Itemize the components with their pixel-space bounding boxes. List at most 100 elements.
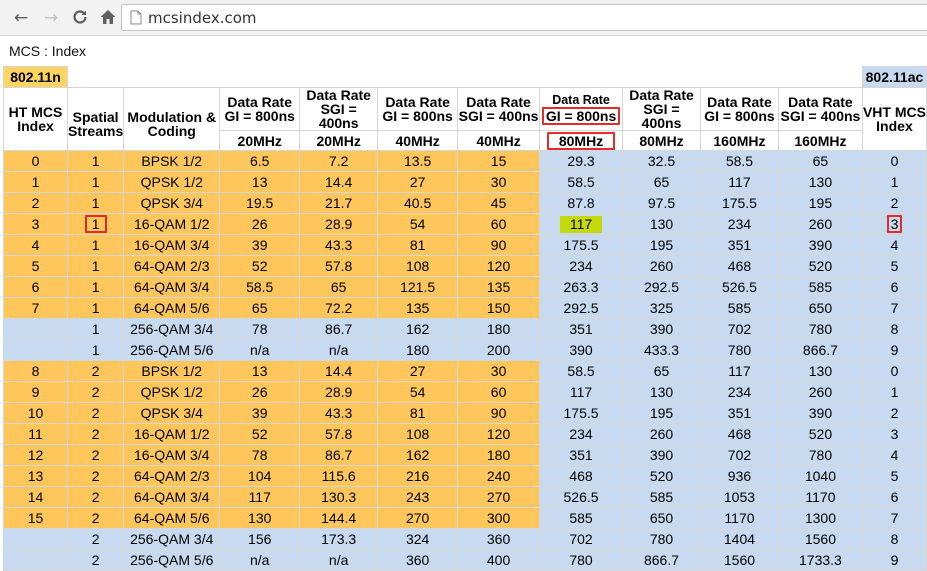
ht-mcs-index-cell: 2 [3, 192, 68, 214]
rate-20-sgi-cell: 43.3 [299, 402, 379, 424]
ht-mcs-index-cell: 3 [3, 213, 68, 235]
rate-40-gi-cell: 108 [377, 255, 459, 277]
spatial-streams-cell: 1 [66, 255, 125, 277]
rate-80-sgi-cell: 585 [622, 486, 701, 508]
rate-20-sgi-cell: 57.8 [299, 255, 379, 277]
spatial-streams-cell: 1 [66, 171, 125, 193]
bw-160-gi: 160MHz [699, 130, 779, 151]
rate-40-sgi-cell: 200 [457, 339, 541, 361]
rate-20-sgi-cell: 65 [299, 276, 379, 298]
rate-160-sgi-cell: 260 [777, 381, 863, 403]
modulation-cell: 256-QAM 3/4 [123, 318, 221, 340]
modulation-cell: 16-QAM 1/2 [123, 423, 221, 445]
bw-80-gi: 80MHz [539, 130, 624, 151]
table-row: 1 256-QAM 5/6 n/a n/a 180 200 390 433.3 780 866.7… [3, 339, 927, 361]
rate-80-gi-cell: 175.5 [539, 402, 624, 424]
rate-80-sgi-cell: 65 [622, 360, 701, 382]
rate-160-gi-cell: 234 [699, 213, 779, 235]
ht-mcs-index-cell: 9 [3, 381, 68, 403]
rate-gi-20-header: Data Rate GI = 800ns [219, 87, 301, 131]
ht-mcs-index-cell: 6 [3, 276, 68, 298]
vht-mcs-index-cell: 0 [861, 360, 927, 382]
rate-80-gi-cell: 87.8 [539, 192, 624, 214]
rate-80-sgi-cell: 32.5 [622, 150, 701, 172]
rate-160-sgi-cell: 1300 [777, 507, 863, 529]
rate-20-gi-cell: 78 [219, 318, 301, 340]
bw-40-gi: 40MHz [377, 130, 459, 151]
rate-160-sgi-cell: 520 [777, 423, 863, 445]
vht-mcs-index-cell: 6 [861, 276, 927, 298]
rate-40-sgi-cell: 60 [457, 213, 541, 235]
rate-20-sgi-cell: 14.4 [299, 360, 379, 382]
std-80211n-label: 802.11n [3, 66, 68, 88]
vht-mcs-index-cell: 9 [861, 339, 927, 361]
rate-20-gi-cell: 156 [219, 528, 301, 550]
rate-80-sgi-cell: 195 [622, 402, 701, 424]
home-button[interactable] [97, 8, 119, 30]
browser-toolbar: ← → mcsindex.com [0, 0, 927, 36]
rate-160-gi-cell: 234 [699, 381, 779, 403]
table-row: 8 2 BPSK 1/2 13 14.4 27 30 58.5 65 117 130 0 [3, 360, 927, 382]
rate-80-sgi-cell: 97.5 [622, 192, 701, 214]
rate-80-gi-cell: 263.3 [539, 276, 624, 298]
rate-160-gi-cell: 585 [699, 297, 779, 319]
rate-40-gi-cell: 108 [377, 423, 459, 445]
rate-40-sgi-cell: 150 [457, 297, 541, 319]
rate-gi-40-header: Data Rate GI = 800ns [377, 87, 459, 131]
rate-40-sgi-cell: 120 [457, 423, 541, 445]
std-80211ac-label: 802.11ac [861, 66, 927, 88]
forward-button[interactable]: → [40, 7, 62, 29]
rate-80-gi-cell: 351 [539, 318, 624, 340]
table-row: 4 1 16-QAM 3/4 39 43.3 81 90 175.5 195 351 390 4 [3, 234, 927, 256]
rate-40-gi-cell: 121.5 [377, 276, 459, 298]
ht-mcs-index-cell: 0 [3, 150, 68, 172]
rate-40-sgi-cell: 90 [457, 234, 541, 256]
ht-mcs-index-cell: 14 [3, 486, 68, 508]
vht-mcs-index-cell: 7 [861, 297, 927, 319]
rate-160-gi-cell: 468 [699, 423, 779, 445]
rate-160-gi-cell: 526.5 [699, 276, 779, 298]
selected-rate-highlight: 117 [559, 215, 603, 233]
rate-80-gi-cell: 117 [539, 213, 624, 235]
reload-button[interactable] [69, 8, 91, 30]
rate-gi-80-header: Data Rate GI = 800ns [539, 87, 624, 131]
rate-160-sgi-cell: 390 [777, 234, 863, 256]
vht-mcs-index-cell: 1 [861, 171, 927, 193]
rate-80-sgi-cell: 65 [622, 171, 701, 193]
table-row: 9 2 QPSK 1/2 26 28.9 54 60 117 130 234 260 1 [3, 381, 927, 403]
rate-sgi-20-header: Data Rate SGI = 400ns [299, 87, 379, 131]
rate-40-sgi-cell: 180 [457, 318, 541, 340]
spatial-streams-cell: 2 [66, 549, 125, 571]
modulation-cell: 256-QAM 5/6 [123, 339, 221, 361]
modulation-cell: 64-QAM 2/3 [123, 465, 221, 487]
modulation-cell: 64-QAM 5/6 [123, 507, 221, 529]
rate-40-gi-cell: 27 [377, 171, 459, 193]
rate-80-sgi-cell: 292.5 [622, 276, 701, 298]
rate-80-gi-cell: 351 [539, 444, 624, 466]
page-icon [130, 10, 142, 25]
home-icon [100, 10, 116, 24]
ht-mcs-index-cell: 12 [3, 444, 68, 466]
rate-20-gi-cell: 26 [219, 381, 301, 403]
rate-80-gi-cell: 29.3 [539, 150, 624, 172]
rate-20-sgi-cell: n/a [299, 549, 379, 571]
reload-icon [73, 10, 87, 24]
rate-sgi-80-header: Data Rate SGI = 400ns [622, 87, 701, 131]
rate-20-gi-cell: 104 [219, 465, 301, 487]
table-row: 2 256-QAM 3/4 156 173.3 324 360 702 780 1404 1560… [3, 528, 927, 550]
rate-80-sgi-cell: 866.7 [622, 549, 701, 571]
table-row: 11 2 16-QAM 1/2 52 57.8 108 120 234 260 468 520 3 [3, 423, 927, 445]
spatial-streams-highlight: 1 [84, 215, 107, 233]
vht-mcs-index-cell: 5 [861, 255, 927, 277]
rate-20-sgi-cell: 115.6 [299, 465, 379, 487]
vht-mcs-index-cell: 8 [861, 318, 927, 340]
rate-40-gi-cell: 243 [377, 486, 459, 508]
address-bar[interactable]: mcsindex.com [121, 4, 927, 31]
rate-160-gi-cell: 351 [699, 402, 779, 424]
modulation-cell: BPSK 1/2 [123, 150, 221, 172]
table-row: 2 1 QPSK 3/4 19.5 21.7 40.5 45 87.8 97.5 175.5 195… [3, 192, 927, 214]
rate-80-sgi-cell: 433.3 [622, 339, 701, 361]
back-button[interactable]: ← [10, 7, 32, 29]
rate-20-gi-cell: 58.5 [219, 276, 301, 298]
rate-160-sgi-cell: 130 [777, 360, 863, 382]
